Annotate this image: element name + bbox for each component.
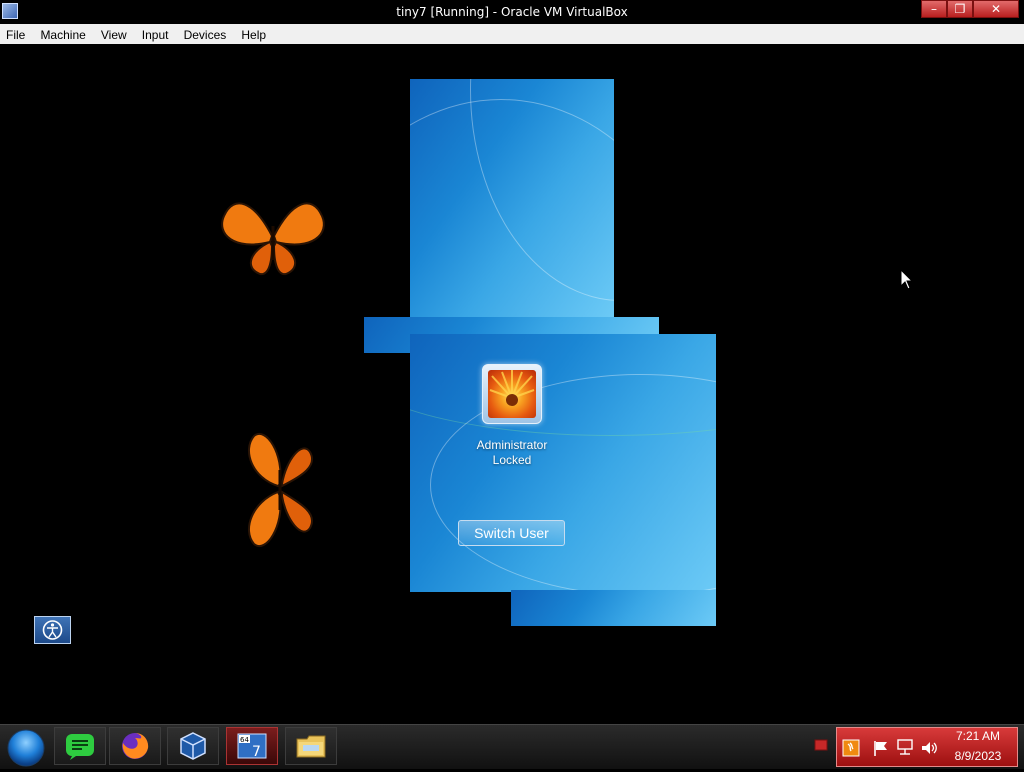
- menu-file[interactable]: File: [0, 25, 29, 42]
- restore-icon: ❐: [954, 2, 966, 16]
- user-tile[interactable]: [474, 358, 548, 424]
- butterfly-icon: [248, 433, 313, 547]
- wallpaper-fragment-bottom: [511, 590, 716, 626]
- minimize-button[interactable]: –: [921, 0, 947, 18]
- tray-overflow-icon[interactable]: [814, 739, 828, 751]
- menu-bar: File Machine View Input Devices Help: [0, 24, 1024, 45]
- volume-icon[interactable]: [920, 739, 938, 757]
- taskbar-app-explorer[interactable]: [285, 727, 337, 765]
- clock-time[interactable]: 7:21 AM: [940, 729, 1016, 743]
- butterfly-icon: [221, 202, 325, 276]
- user-status-label: Locked: [492, 453, 532, 467]
- vm-badge-text: 64: [240, 736, 249, 744]
- wallpaper-fragment-top: [410, 79, 614, 317]
- action-center-flag-icon[interactable]: [872, 739, 890, 757]
- windows7-64-icon: 64 7: [237, 733, 267, 760]
- avatar: [482, 364, 542, 424]
- minimize-icon: –: [931, 2, 937, 16]
- taskbar-app-virtualbox[interactable]: [167, 727, 219, 765]
- firefox-icon: [122, 733, 149, 759]
- user-name-label: Administrator: [476, 438, 548, 452]
- menu-help[interactable]: Help: [235, 25, 270, 42]
- ease-of-access-icon: [42, 620, 63, 640]
- start-button[interactable]: [6, 728, 46, 768]
- start-orb-icon: [7, 729, 45, 767]
- virtualbox-icon: [180, 732, 206, 760]
- flower-avatar-icon: [488, 370, 536, 418]
- clock-date[interactable]: 8/9/2023: [940, 749, 1016, 763]
- taskbar-app-firefox[interactable]: [109, 727, 161, 765]
- java-tray-icon[interactable]: [842, 739, 860, 757]
- menu-machine[interactable]: Machine: [34, 25, 89, 42]
- taskbar-app-vm-tiny7[interactable]: 64 7: [226, 727, 278, 765]
- menu-devices[interactable]: Devices: [178, 25, 231, 42]
- taskbar-app-sticky-notes[interactable]: [54, 727, 106, 765]
- menu-view[interactable]: View: [95, 25, 131, 42]
- vm-version-text: 7: [252, 744, 261, 760]
- switch-user-button[interactable]: Switch User: [458, 520, 565, 546]
- window-title: tiny7 [Running] - Oracle VM VirtualBox: [396, 5, 628, 19]
- menu-input[interactable]: Input: [136, 25, 173, 42]
- host-taskbar: 64 7 7:21 AM 8/9/2023: [0, 724, 1024, 769]
- close-button[interactable]: ✕: [973, 0, 1019, 18]
- window-titlebar[interactable]: tiny7 [Running] - Oracle VM VirtualBox –…: [0, 0, 1024, 24]
- ease-of-access-button[interactable]: [34, 616, 71, 644]
- restore-button[interactable]: ❐: [947, 0, 973, 18]
- mouse-cursor-icon: [900, 269, 914, 290]
- sticky-notes-icon: [66, 734, 94, 760]
- network-icon[interactable]: [896, 738, 914, 756]
- file-explorer-icon: [296, 735, 326, 758]
- close-icon: ✕: [990, 2, 1002, 16]
